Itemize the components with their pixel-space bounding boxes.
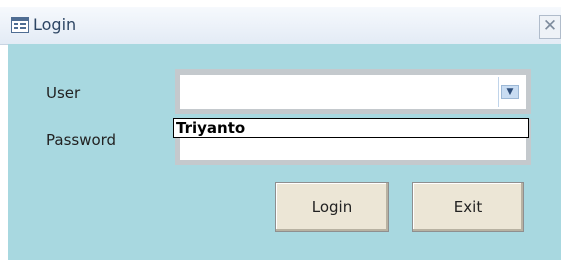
dropdown-item-triyanto[interactable]: Triyanto — [176, 119, 245, 137]
login-form: User Password ▼ Triyanto Login Exit — [8, 44, 561, 260]
login-button[interactable]: Login — [275, 182, 389, 232]
form-icon — [11, 17, 29, 33]
exit-button[interactable]: Exit — [412, 182, 524, 232]
chevron-down-icon[interactable]: ▼ — [501, 85, 519, 99]
window-title: Login — [33, 15, 77, 34]
user-dropdown-list: Triyanto — [173, 118, 529, 138]
password-label: Password — [46, 131, 117, 149]
title-bar: Login ✕ — [0, 7, 561, 45]
user-combobox[interactable] — [180, 75, 526, 109]
close-button[interactable]: ✕ — [539, 15, 561, 39]
user-label: User — [46, 84, 81, 102]
combo-separator — [498, 77, 499, 107]
